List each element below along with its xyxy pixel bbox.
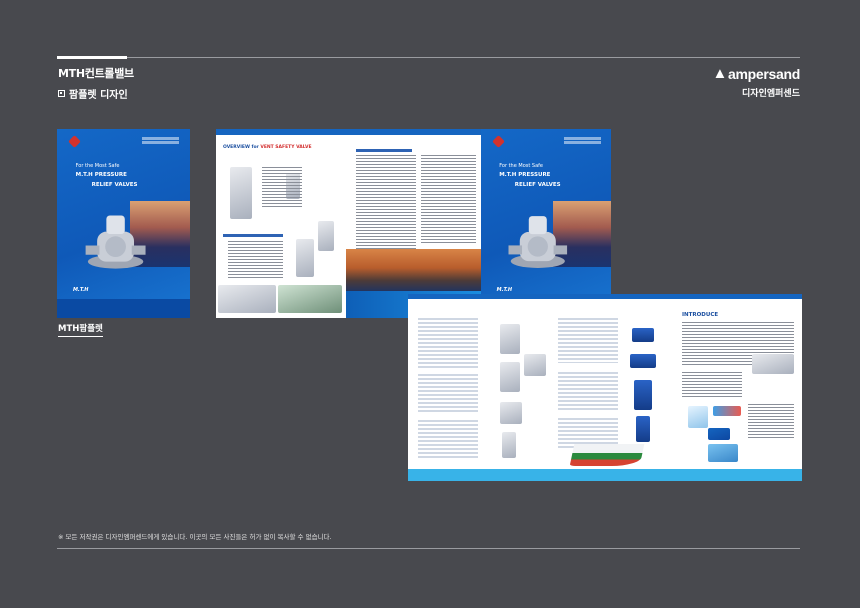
blue-valve-image-4 (636, 416, 650, 442)
spec-table-5 (558, 372, 618, 412)
office-photo (708, 444, 738, 462)
valve-image-a (500, 324, 520, 354)
spec-table-2 (418, 374, 478, 414)
certificate-image (688, 406, 708, 428)
relief-valve-image (85, 215, 146, 269)
right-column-text-2 (421, 155, 476, 245)
cover-bottom-band (57, 299, 190, 318)
section-bar (223, 234, 283, 237)
ampersand-logo-icon: ▲ (712, 65, 727, 82)
network-text (748, 404, 794, 438)
brochure-front-cover-spread: For the Most Safe M.T.H PRESSURE RELIEF … (481, 129, 611, 318)
brochure-product-spread: INTRODUCE (408, 294, 802, 481)
relief-valve-image-2 (508, 215, 568, 268)
brochure-caption: MTH팜플렛 (58, 324, 103, 337)
brand-logo-text: ampersand (728, 65, 800, 82)
spec-table-3 (418, 420, 478, 460)
spread-heading-main: OVERVIEW for (223, 145, 259, 150)
spread-top-bar (216, 129, 481, 135)
valve-image-d (502, 432, 516, 458)
cover-tagline: For the Most Safe (75, 163, 120, 170)
brand-subtitle: 디자인엠퍼센드 (742, 89, 800, 99)
valve-image-c (500, 402, 522, 424)
right-column-text (356, 155, 416, 255)
brand-block: ▲ ampersand 디자인엠퍼센드 (712, 65, 800, 99)
cover-maker-name-2: M.T.H (496, 287, 513, 294)
page-subtitle: 팜플렛 디자인 (58, 86, 128, 101)
factory-photo (218, 285, 276, 313)
blue-valve-image-2 (630, 354, 656, 368)
maker-logo-icon-2 (492, 134, 505, 148)
brochure-inside-spread: OVERVIEW for VENT SAFETY VALVE (216, 129, 481, 318)
copyright-notice: ※ 모든 저작권은 디자인엠퍼센드에게 있습니다. 이곳의 모든 사진들은 허가… (58, 533, 332, 541)
cover-product-subtitle: RELIEF VALVES (91, 181, 138, 188)
cover-contact-lines-2 (564, 136, 601, 140)
cover-product-title: M.T.H PRESSURE (75, 172, 127, 179)
product-spread-bottom-band (408, 469, 802, 481)
valve-image-b (500, 362, 520, 392)
square-bullet-icon (58, 90, 65, 97)
valve-product-image-4 (318, 221, 334, 251)
blue-valve-image-3 (634, 380, 652, 410)
spec-text-block (262, 167, 302, 207)
valve-product-image-3 (296, 239, 314, 277)
subtitle-text: 팜플렛 디자인 (69, 90, 128, 101)
spread-heading: OVERVIEW for VENT SAFETY VALVE (223, 145, 312, 150)
cover-contact-lines (142, 136, 180, 140)
cover-maker-name: M.T.H (72, 287, 89, 294)
valve-product-image (230, 167, 252, 219)
spread-heading-highlight: VENT SAFETY VALVE (260, 145, 312, 150)
lng-ship-image (569, 444, 645, 466)
page-title: MTH컨트롤밸브 (58, 67, 134, 80)
logo-small (708, 428, 730, 440)
storage-tank-photo (346, 249, 481, 291)
building-photo (752, 354, 794, 374)
cover-product-title-2: M.T.H PRESSURE (499, 172, 551, 179)
bottom-divider (57, 548, 800, 549)
top-divider (57, 57, 800, 58)
history-text (682, 372, 742, 398)
title-accent-bar (57, 56, 127, 59)
cover-tagline-2: For the Most Safe (499, 163, 543, 170)
section-bar-right (356, 149, 412, 152)
factory-photo-2 (278, 285, 342, 313)
spec-table-4 (558, 318, 618, 363)
introduce-heading: INTRODUCE (682, 312, 719, 318)
spec-table-1 (418, 318, 478, 368)
blue-valve-image (632, 328, 654, 342)
brand-logo: ▲ ampersand (712, 65, 800, 82)
cover-product-subtitle-2: RELIEF VALVES (514, 181, 561, 188)
maker-logo-icon (68, 134, 82, 148)
brochure-front-cover: For the Most Safe M.T.H PRESSURE RELIEF … (57, 129, 190, 318)
product-spread-top-bar (408, 294, 802, 299)
valve-image-e (524, 354, 546, 376)
feature-text-block (228, 241, 283, 279)
product-icons (713, 406, 741, 416)
